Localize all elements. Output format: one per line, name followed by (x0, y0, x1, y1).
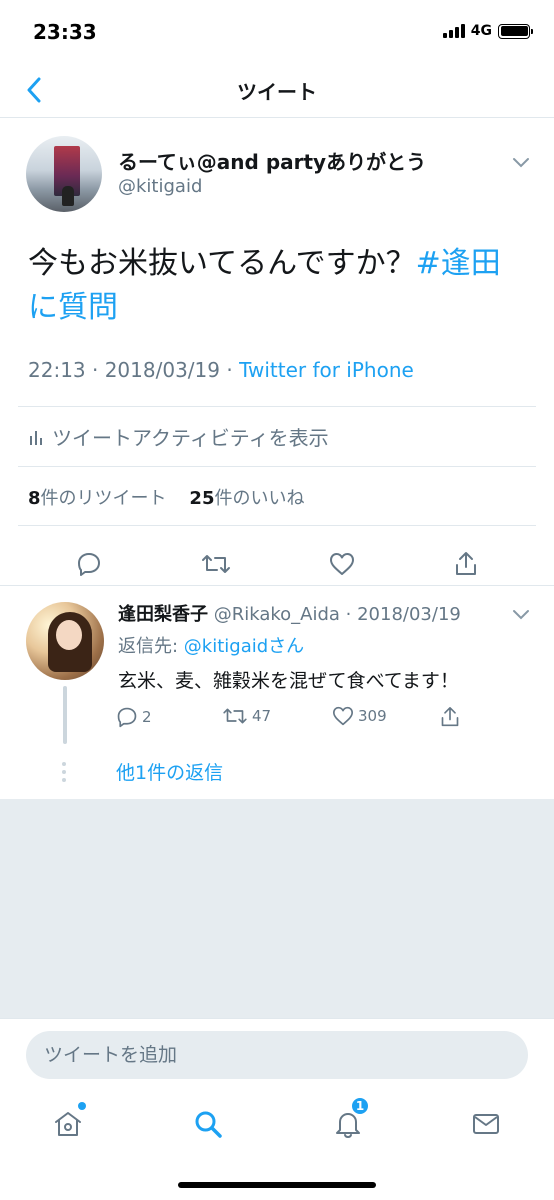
share-icon (441, 706, 459, 727)
reply-button[interactable] (76, 551, 102, 577)
search-icon (195, 1111, 222, 1138)
reply-input[interactable] (26, 1031, 528, 1079)
retweets-stat[interactable]: 8件のリツイート (28, 488, 167, 509)
like-label: 件のいいね (214, 488, 305, 509)
share-icon (455, 552, 476, 575)
empty-area (0, 799, 554, 1018)
tweet-source-link[interactable]: Twitter for iPhone (239, 358, 414, 382)
reply-icon (117, 707, 137, 728)
reply-count: 2 (142, 708, 152, 726)
nav-bar: ツイート (0, 62, 554, 118)
reply-display-name[interactable]: 逢田梨香子 (118, 604, 208, 625)
reply-menu-button[interactable] (512, 606, 530, 625)
reply-like-count: 309 (358, 707, 387, 725)
tab-home[interactable] (48, 1102, 88, 1144)
notification-badge: 1 (350, 1096, 370, 1116)
reply-retweet-count: 47 (252, 707, 272, 725)
tweet-display-name[interactable]: るーてぃ@and partyありがとう (118, 146, 426, 175)
tweet-menu-button[interactable] (512, 154, 530, 173)
tweet-activity-link[interactable]: ツイートアクティビティを表示 (28, 422, 329, 451)
reply-text: 玄米、麦、雑穀米を混ぜて食べてます！ (118, 670, 459, 692)
thread-dots (62, 762, 66, 782)
status-time: 23:33 (33, 20, 97, 44)
tweet-time: 22:13 · 2018/03/19 · (28, 358, 240, 382)
reply-retweet-button[interactable]: 47 (222, 706, 271, 726)
tweet-body: 今もお米抜いてるんですか？ (28, 246, 416, 281)
tweet-stats: 8件のリツイート 25件のいいね (28, 484, 304, 510)
reply-share-button[interactable] (440, 706, 460, 728)
heart-icon (333, 706, 353, 726)
tweet-actions (18, 536, 536, 592)
chevron-down-icon (513, 610, 529, 620)
home-icon (55, 1112, 81, 1136)
tab-messages[interactable] (466, 1104, 506, 1144)
reply-tweet[interactable]: 逢田梨香子 @Rikako_Aida · 2018/03/19 返信先: @ki… (0, 585, 554, 799)
like-count: 25 (189, 488, 215, 509)
heart-icon (330, 553, 355, 575)
mail-icon (473, 1114, 499, 1134)
network-type: 4G (470, 23, 492, 39)
signal-icon (442, 24, 465, 38)
avatar[interactable] (26, 136, 102, 212)
reply-like-button[interactable]: 309 (332, 706, 387, 726)
home-indicator (178, 1182, 376, 1188)
status-bar: 23:33 4G (0, 0, 554, 62)
like-button[interactable] (329, 552, 355, 576)
divider (18, 466, 536, 467)
page-title: ツイート (237, 80, 317, 104)
retweet-label: 件のリツイート (40, 488, 167, 509)
avatar[interactable] (26, 602, 104, 680)
battery-icon (498, 23, 533, 39)
replying-to-prefix: 返信先: (118, 636, 184, 657)
retweet-icon (223, 708, 247, 724)
status-indicators: 4G (442, 23, 533, 39)
compose-bar (0, 1018, 554, 1090)
reply-header: 逢田梨香子 @Rikako_Aida · 2018/03/19 (118, 600, 461, 626)
bar-chart-icon (30, 430, 42, 445)
reply-actions: 2 47 309 (116, 706, 476, 736)
tab-bar: 1 (0, 1090, 554, 1200)
divider (18, 525, 536, 526)
replying-to: 返信先: @kitigaidさん (118, 632, 304, 658)
tab-notifications[interactable]: 1 (328, 1096, 370, 1144)
share-button[interactable] (454, 551, 478, 577)
mention-link[interactable]: @kitigaidさん (184, 636, 304, 657)
thread-line (63, 686, 67, 744)
reply-icon (78, 553, 100, 576)
chevron-down-icon (513, 158, 529, 168)
tweet-timestamp: 22:13 · 2018/03/19 · Twitter for iPhone (28, 358, 414, 382)
tweet-handle[interactable]: @kitigaid (118, 176, 202, 197)
tweet-text: 今もお米抜いてるんですか？#逢田に質問 (28, 242, 528, 330)
likes-stat[interactable]: 25件のいいね (189, 488, 304, 509)
tab-search[interactable] (188, 1104, 228, 1144)
activity-label: ツイートアクティビティを表示 (52, 426, 329, 450)
more-replies-link[interactable]: 他1件の返信 (116, 758, 223, 785)
retweet-button[interactable] (201, 552, 231, 576)
reply-reply-button[interactable]: 2 (116, 706, 152, 728)
reply-handle-date: @Rikako_Aida · 2018/03/19 (208, 604, 461, 625)
new-tweets-dot (78, 1102, 86, 1110)
divider (18, 406, 536, 407)
retweet-icon (201, 555, 230, 573)
retweet-count: 8 (28, 488, 41, 509)
